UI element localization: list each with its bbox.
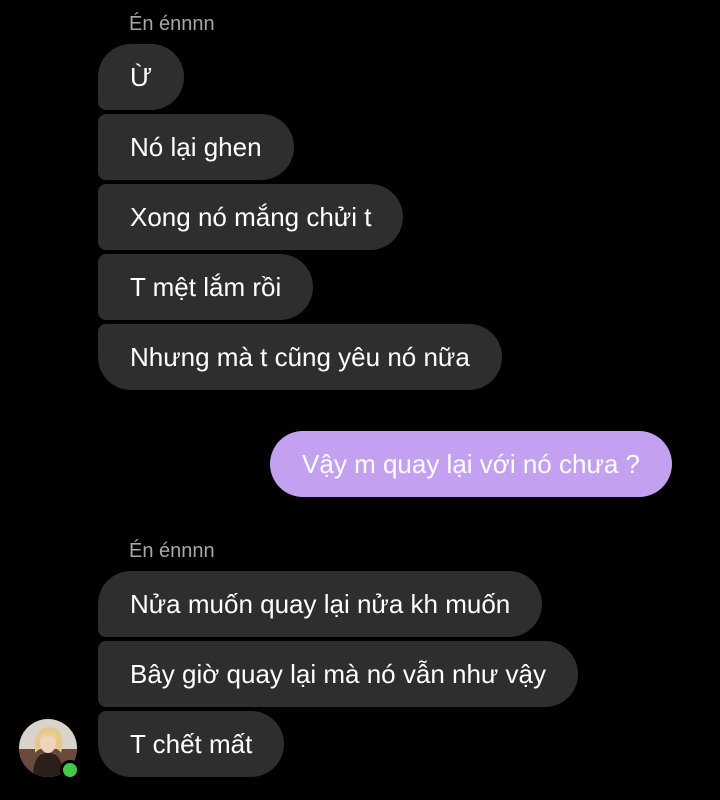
incoming-message[interactable]: T mệt lắm rồi [98,254,314,320]
sender-name: Én énnnn [129,540,215,562]
online-status-icon [60,760,80,780]
incoming-message[interactable]: Ừ [98,44,185,110]
incoming-message[interactable]: Bây giờ quay lại mà nó vẫn như vậy [98,641,579,707]
incoming-message[interactable]: Nửa muốn quay lại nửa kh muốn [98,571,543,637]
incoming-message[interactable]: Nhưng mà t cũng yêu nó nữa [98,324,502,390]
incoming-message[interactable]: T chết mất [98,711,285,777]
avatar[interactable] [19,719,80,780]
outgoing-message[interactable]: Vậy m quay lại với nó chưa ? [270,431,672,497]
sender-name: Én énnnn [129,13,215,35]
incoming-message[interactable]: Nó lại ghen [98,114,294,180]
incoming-message[interactable]: Xong nó mắng chửi t [98,184,404,250]
